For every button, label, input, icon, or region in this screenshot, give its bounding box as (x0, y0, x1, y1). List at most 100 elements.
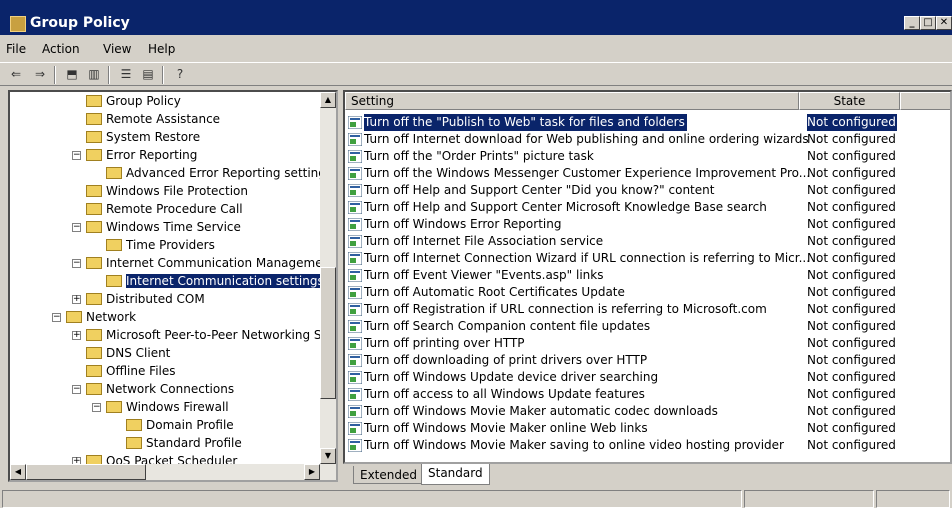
setting-name: Turn off Internet download for Web publi… (364, 132, 809, 146)
setting-state: Not configured (807, 387, 896, 401)
table-row[interactable]: Turn off Windows Error Reporting Not conf… (345, 216, 905, 233)
tree-item[interactable]: Standard Profile (126, 434, 242, 452)
column-header-setting[interactable]: Setting (345, 92, 799, 110)
tree-horizontal-scrollbar[interactable]: ◀ ▶ (10, 464, 336, 480)
tree-pane[interactable]: Group Policy Remote Assistance System Re… (8, 90, 338, 482)
table-row[interactable]: Turn off printing over HTTP Not configure… (345, 335, 905, 352)
up-level-icon[interactable]: ⬒ (64, 66, 80, 82)
tree-item[interactable]: Remote Assistance (86, 110, 220, 128)
table-row[interactable]: Turn off Automatic Root Certificates Upd… (345, 284, 905, 301)
collapse-icon[interactable]: − (92, 403, 101, 412)
table-row[interactable]: Turn off Internet Connection Wizard if U… (345, 250, 905, 267)
menu-file[interactable]: File (6, 42, 26, 56)
policy-setting-icon (348, 201, 362, 214)
help-icon[interactable]: ? (172, 66, 188, 82)
table-row[interactable]: Turn off Windows Movie Maker saving to o… (345, 437, 905, 454)
table-row[interactable]: Turn off Help and Support Center "Did yo… (345, 182, 905, 199)
table-row[interactable]: Turn off Internet File Association servi… (345, 233, 905, 250)
folder-icon (106, 239, 122, 251)
properties-icon[interactable]: ☰ (118, 66, 134, 82)
forward-icon[interactable]: ⇒ (32, 66, 48, 82)
view-tabs: Extended Standard (343, 464, 952, 486)
folder-icon (86, 365, 102, 377)
scroll-left-icon[interactable]: ◀ (10, 464, 26, 480)
folder-icon (86, 149, 102, 161)
setting-name: Turn off access to all Windows Update fe… (364, 387, 645, 401)
maximize-button[interactable]: □ (920, 16, 936, 30)
tree-item[interactable]: Domain Profile (126, 416, 234, 434)
table-row[interactable]: Turn off the "Publish to Web" task for f… (345, 114, 905, 131)
table-row[interactable]: Turn off Internet download for Web publi… (345, 131, 905, 148)
scroll-right-icon[interactable]: ▶ (304, 464, 320, 480)
tree-item-selected[interactable]: Internet Communication settings (106, 272, 324, 290)
setting-state: Not configured (807, 404, 896, 418)
tree-item[interactable]: Windows Firewall (106, 398, 229, 416)
tree-item[interactable]: Internet Communication Management (86, 254, 335, 272)
tree-item[interactable]: Microsoft Peer-to-Peer Networking Se (86, 326, 329, 344)
setting-state: Not configured (807, 285, 896, 299)
collapse-icon[interactable]: − (72, 223, 81, 232)
table-row[interactable]: Turn off downloading of print drivers ov… (345, 352, 905, 369)
tree-item[interactable]: Error Reporting (86, 146, 197, 164)
tree-item[interactable]: Group Policy (86, 92, 181, 110)
scroll-down-icon[interactable]: ▼ (320, 448, 336, 464)
setting-state: Not configured (807, 319, 896, 333)
table-row[interactable]: Turn off the Windows Messenger Customer … (345, 165, 905, 182)
collapse-icon[interactable]: − (72, 259, 81, 268)
table-row[interactable]: Turn off Windows Movie Maker automatic c… (345, 403, 905, 420)
setting-name: Turn off the Windows Messenger Customer … (364, 166, 811, 180)
tree-item[interactable]: Distributed COM (86, 290, 205, 308)
tree-item[interactable]: Time Providers (106, 236, 215, 254)
tree-item[interactable]: Advanced Error Reporting settings (106, 164, 332, 182)
policy-setting-icon (348, 337, 362, 350)
table-row[interactable]: Turn off access to all Windows Update fe… (345, 386, 905, 403)
table-row[interactable]: Turn off Help and Support Center Microso… (345, 199, 905, 216)
tree-item[interactable]: Windows Time Service (86, 218, 241, 236)
collapse-icon[interactable]: − (72, 151, 81, 160)
scroll-thumb[interactable] (320, 267, 336, 399)
table-row[interactable]: Turn off Windows Update device driver se… (345, 369, 905, 386)
setting-state: Not configured (807, 438, 896, 452)
settings-list[interactable]: Setting State Turn off the "Publish to W… (343, 90, 952, 464)
tree-item[interactable]: Network Connections (86, 380, 234, 398)
setting-state: Not configured (807, 166, 896, 180)
tree-vertical-scrollbar[interactable]: ▲ ▼ (320, 92, 336, 464)
setting-state: Not configured (807, 183, 896, 197)
menu-help[interactable]: Help (148, 42, 175, 56)
tree-item[interactable]: Windows File Protection (86, 182, 248, 200)
policy-setting-icon (348, 371, 362, 384)
folder-icon (86, 347, 102, 359)
folder-icon (86, 257, 102, 269)
tab-extended[interactable]: Extended (353, 466, 424, 484)
tree-item[interactable]: Offline Files (86, 362, 176, 380)
minimize-button[interactable]: _ (904, 16, 920, 30)
setting-name: Turn off Windows Error Reporting (364, 217, 562, 231)
collapse-icon[interactable]: − (72, 385, 81, 394)
setting-name: Turn off Registration if URL connection … (364, 302, 767, 316)
setting-state: Not configured (807, 370, 896, 384)
expand-icon[interactable]: + (72, 331, 81, 340)
scroll-thumb[interactable] (26, 464, 146, 480)
show-hide-tree-icon[interactable]: ▥ (86, 66, 102, 82)
table-row[interactable]: Turn off Registration if URL connection … (345, 301, 905, 318)
collapse-icon[interactable]: − (52, 313, 61, 322)
toolbar-separator (108, 66, 110, 84)
export-list-icon[interactable]: ▤ (140, 66, 156, 82)
close-button[interactable]: ✕ (936, 16, 952, 30)
table-row[interactable]: Turn off the "Order Prints" picture task… (345, 148, 905, 165)
menu-action[interactable]: Action (42, 42, 80, 56)
column-header-state[interactable]: State (799, 92, 900, 110)
back-icon[interactable]: ⇐ (8, 66, 24, 82)
table-row[interactable]: Turn off Event Viewer "Events.asp" links… (345, 267, 905, 284)
setting-name: Turn off the "Publish to Web" task for f… (364, 114, 687, 131)
scroll-up-icon[interactable]: ▲ (320, 92, 336, 108)
tree-item[interactable]: DNS Client (86, 344, 170, 362)
table-row[interactable]: Turn off Windows Movie Maker online Web … (345, 420, 905, 437)
table-row[interactable]: Turn off Search Companion content file u… (345, 318, 905, 335)
menu-view[interactable]: View (103, 42, 131, 56)
tree-item[interactable]: Network (66, 308, 136, 326)
tree-item[interactable]: System Restore (86, 128, 200, 146)
tree-item[interactable]: Remote Procedure Call (86, 200, 243, 218)
expand-icon[interactable]: + (72, 295, 81, 304)
tab-standard[interactable]: Standard (421, 464, 490, 485)
